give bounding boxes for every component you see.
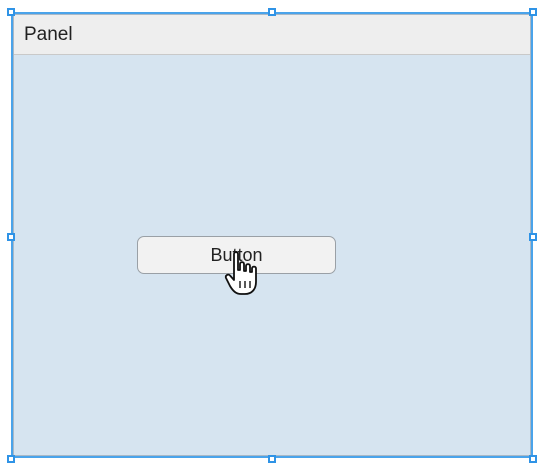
resize-handle-top-right[interactable] <box>529 8 537 16</box>
resize-handle-bottom-left[interactable] <box>7 455 15 463</box>
design-canvas: Panel Button <box>0 0 537 465</box>
resize-handle-bottom-center[interactable] <box>268 455 276 463</box>
resize-handle-middle-right[interactable] <box>529 233 537 241</box>
resize-handle-top-center[interactable] <box>268 8 276 16</box>
selection-frame <box>11 12 533 458</box>
resize-handle-middle-left[interactable] <box>7 233 15 241</box>
resize-handle-bottom-right[interactable] <box>529 455 537 463</box>
resize-handle-top-left[interactable] <box>7 8 15 16</box>
